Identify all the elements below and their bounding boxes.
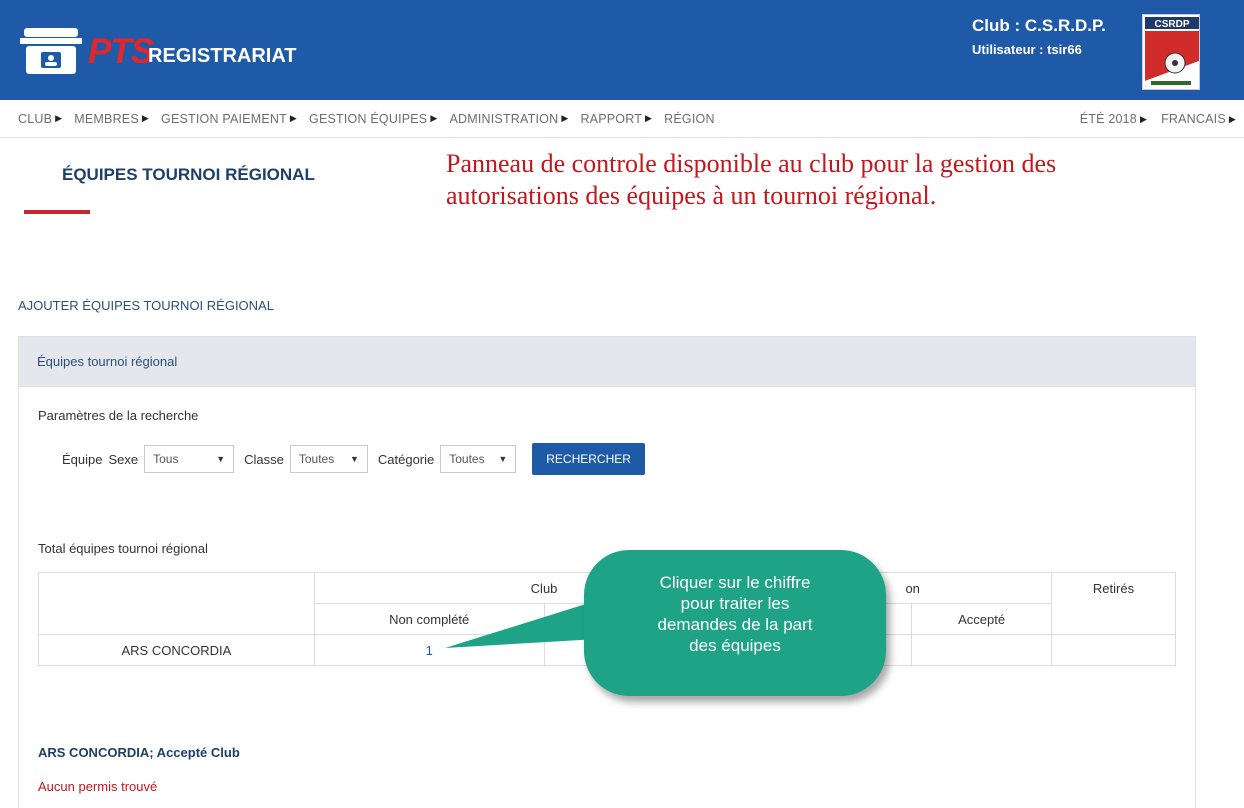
team-label: Équipe [62,451,103,467]
app-header: PTS REGISTRARIAT Club : C.S.R.D.P. Utili… [0,0,1244,100]
chevron-down-icon: ▼ [349,454,359,464]
main-nav: CLUB ▶ MEMBRES ▶ GESTION PAIEMENT ▶ GESTION… [0,100,1244,138]
nav-rapport[interactable]: RAPPORT ▶ [580,112,652,126]
svg-text:CSRDP: CSRDP [1154,19,1189,30]
nav-region[interactable]: RÉGION [664,112,715,126]
add-teams-link[interactable]: AJOUTER ÉQUIPES TOURNOI RÉGIONAL [18,298,274,313]
caret-right-icon: ▶ [1139,113,1148,124]
table-cell [911,634,1053,666]
categorie-select[interactable]: Toutes ▼ [440,445,517,473]
crest-icon: CSRDP [1145,17,1199,89]
table-cell [1051,634,1176,666]
col-accepte: Accepté [911,603,1053,635]
result-title: ARS CONCORDIA; Accepté Club [38,745,240,760]
nav-season[interactable]: ÉTÉ 2018 ▶ [1080,112,1147,126]
brand-pts: PTS [88,32,154,71]
logo-icon [20,28,82,74]
chevron-down-icon: ▼ [216,454,226,464]
sexe-value: Tous [153,452,179,466]
nav-language[interactable]: FRANCAIS ▶ [1161,112,1236,126]
club-name: Club : C.S.R.D.P. [972,16,1106,35]
search-form: Équipe Sexe Tous ▼ Classe Toutes ▼ Catég… [62,443,645,475]
nav-administration[interactable]: ADMINISTRATION ▶ [449,112,568,126]
callout-line: Cliquer sur le chiffre [659,573,811,592]
classe-label: Classe [244,451,284,467]
panel-title: Équipes tournoi régional [19,337,1195,387]
caret-right-icon: ▶ [289,113,298,123]
callout-line: demandes de la part [657,615,813,634]
caret-right-icon: ▶ [645,113,653,123]
classe-select[interactable]: Toutes ▼ [289,445,368,473]
callout-bubble: Cliquer sur le chiffre pour traiter les … [584,550,886,696]
caret-right-icon: ▶ [55,113,63,123]
categorie-label: Catégorie [377,451,435,467]
nav-membres[interactable]: MEMBRES ▶ [74,112,149,126]
sexe-select[interactable]: Tous ▼ [144,445,235,473]
nav-gestion-paiement[interactable]: GESTION PAIEMENT ▶ [161,112,297,126]
callout-line: pour traiter les [680,594,790,613]
chevron-down-icon: ▼ [498,454,508,464]
search-title: Paramètres de la recherche [38,408,199,423]
title-underline [24,210,90,214]
categorie-value: Toutes [449,452,485,466]
table-group-retires: Retirés [1051,572,1176,635]
brand-name: REGISTRARIAT [148,45,297,67]
caret-right-icon: ▶ [430,113,438,123]
annotation-text: Panneau de controle disponible au club p… [446,149,1057,210]
user-name: Utilisateur : tsir66 [972,42,1082,57]
sexe-label: Sexe [108,451,139,467]
callout-line: des équipes [689,636,781,655]
search-button[interactable]: RECHERCHER [532,443,645,475]
totals-title: Total équipes tournoi régional [38,541,208,556]
table-cell [38,572,315,635]
row-team-name: ARS CONCORDIA [38,634,315,666]
caret-right-icon: ▶ [561,113,569,123]
nav-club[interactable]: CLUB ▶ [18,112,62,126]
classe-value: Toutes [298,452,335,466]
club-crest: CSRDP [1142,14,1200,90]
no-permit-message: Aucun permis trouvé [38,779,158,794]
page-title: ÉQUIPES TOURNOI RÉGIONAL [62,165,315,184]
caret-right-icon: ▶ [1228,113,1236,124]
nav-gestion-equipes[interactable]: GESTION ÉQUIPES ▶ [309,112,437,126]
caret-right-icon: ▶ [141,113,150,123]
club-info: Club : C.S.R.D.P. Utilisateur : tsir66 [972,16,1106,57]
